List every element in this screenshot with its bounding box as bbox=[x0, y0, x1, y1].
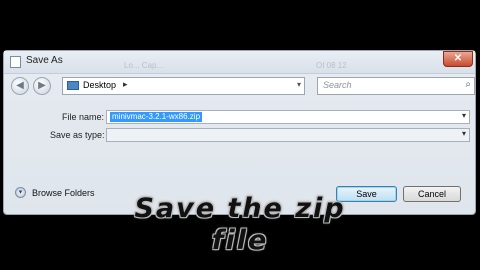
forward-arrow-icon: ▶ bbox=[38, 80, 46, 91]
window-title: Save As bbox=[26, 55, 63, 66]
desktop-folder-icon bbox=[67, 81, 79, 90]
caption-line-2: file bbox=[211, 225, 269, 256]
file-name-value[interactable]: minivmac-3.2.1-wx86.zip bbox=[110, 112, 203, 122]
search-icon[interactable]: ⌕ bbox=[465, 79, 471, 90]
back-arrow-icon: ◀ bbox=[16, 80, 24, 91]
save-as-type-label: Save as type: bbox=[50, 130, 105, 140]
file-name-field[interactable]: minivmac-3.2.1-wx86.zip ▾ bbox=[106, 110, 470, 124]
file-name-label: File name: bbox=[62, 112, 105, 122]
title-bar[interactable]: Save As Lo... Cap... OI 08 12 ✕ bbox=[4, 51, 475, 74]
save-as-type-dropdown-icon[interactable]: ▾ bbox=[462, 129, 466, 138]
background-window-text-right: OI 08 12 bbox=[316, 61, 347, 70]
breadcrumb-chevron-icon[interactable]: ▸ bbox=[123, 79, 128, 90]
search-box[interactable]: Search ⌕ bbox=[317, 77, 475, 95]
search-input[interactable]: Search bbox=[323, 80, 352, 90]
close-button[interactable]: ✕ bbox=[443, 51, 473, 67]
caption-line-1: Save the zip bbox=[134, 193, 346, 224]
save-form: File name: minivmac-3.2.1-wx86.zip ▾ Sav… bbox=[4, 101, 475, 147]
address-bar[interactable]: Desktop ▸ ▾ bbox=[62, 77, 305, 95]
save-as-type-select[interactable]: ▾ bbox=[106, 128, 470, 142]
navigation-bar: ◀ ▶ Desktop ▸ ▾ Search ⌕ bbox=[4, 75, 475, 99]
document-icon bbox=[10, 56, 21, 68]
address-dropdown-icon[interactable]: ▾ bbox=[297, 80, 301, 89]
file-name-dropdown-icon[interactable]: ▾ bbox=[462, 111, 466, 120]
close-icon: ✕ bbox=[453, 53, 463, 64]
address-location[interactable]: Desktop bbox=[83, 80, 116, 90]
screen: Save As Lo... Cap... OI 08 12 ✕ ◀ ▶ Desk… bbox=[0, 0, 480, 270]
background-window-text: Lo... Cap... bbox=[124, 61, 164, 70]
save-as-dialog: Save As Lo... Cap... OI 08 12 ✕ ◀ ▶ Desk… bbox=[3, 50, 476, 215]
back-button[interactable]: ◀ bbox=[11, 77, 29, 95]
forward-button[interactable]: ▶ bbox=[33, 77, 51, 95]
